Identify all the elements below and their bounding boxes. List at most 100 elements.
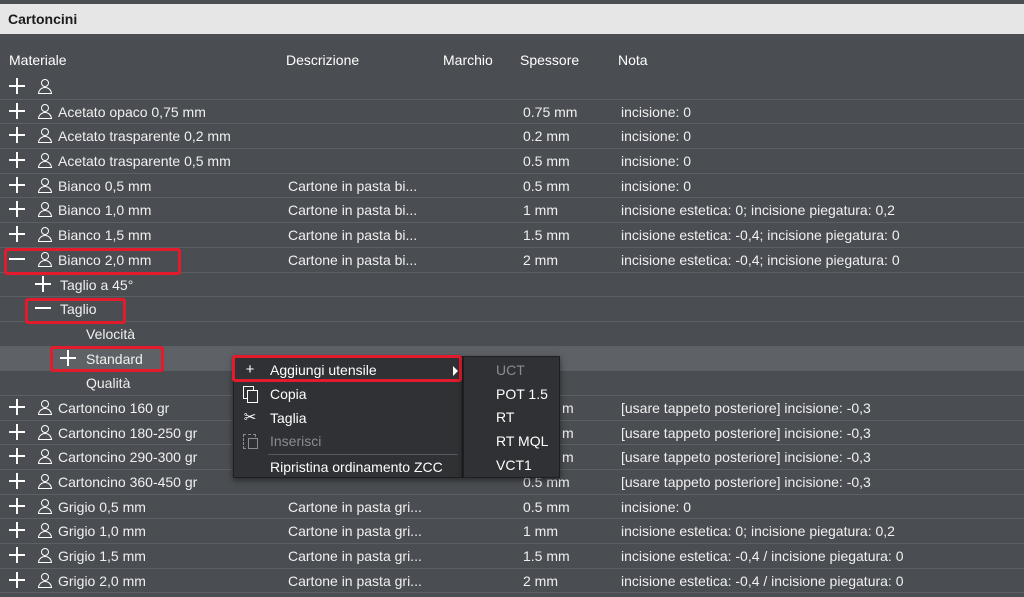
row-name: Cartoncino 180-250 gr <box>58 424 198 441</box>
submenu-item[interactable]: VCT1 <box>496 457 532 473</box>
tree-child-row[interactable]: Taglio a 45° <box>0 273 1024 298</box>
row-name: Taglio <box>60 301 97 318</box>
row-desc: Cartone in pasta gri... <box>288 572 422 589</box>
row-thickness: 0.5 mm <box>523 153 570 170</box>
user-icon <box>37 522 53 539</box>
table-row[interactable]: Acetato trasparente 0,2 mm 0.2 mm incisi… <box>0 124 1024 150</box>
row-name: Cartoncino 160 gr <box>58 399 170 416</box>
table-row[interactable]: Grigio 1,5 mm Cartone in pasta gri... 1.… <box>0 544 1024 569</box>
table-row-expanded[interactable]: Bianco 2,0 mm Cartone in pasta bi... 2 m… <box>0 248 1024 273</box>
col-spessore[interactable]: Spessore <box>520 52 579 68</box>
row-thickness: 2 mm <box>523 572 558 589</box>
row-name: Grigio 2,0 mm <box>58 572 146 589</box>
user-icon <box>37 498 53 515</box>
table-row[interactable]: Bianco 0,5 mm Cartone in pasta bi... 0.5… <box>0 174 1024 199</box>
tool-submenu: UCT POT 1.5 RT RT MQL VCT1 <box>463 356 560 478</box>
row-thickness: 1.5 mm <box>523 548 570 565</box>
row-name: Velocità <box>86 325 136 342</box>
expand-icon[interactable] <box>8 521 26 539</box>
menu-item-add-tool[interactable]: + Aggiungi utensile <box>234 359 462 382</box>
row-note: incisione: 0 <box>621 128 692 145</box>
expand-icon[interactable] <box>8 447 26 465</box>
expand-icon[interactable] <box>8 398 26 416</box>
expand-icon[interactable] <box>59 349 77 367</box>
row-note: incisione: 0 <box>621 153 692 170</box>
table-row[interactable]: Acetato opaco 0,75 mm 0.75 mm incisione:… <box>0 100 1024 125</box>
row-desc: Cartone in pasta bi... <box>288 177 418 194</box>
user-icon <box>37 127 53 144</box>
user-icon <box>37 448 53 465</box>
collapse-icon[interactable] <box>34 299 52 317</box>
table-row[interactable]: Grigio 0,5 mm Cartone in pasta gri... 0.… <box>0 495 1024 520</box>
expand-icon[interactable] <box>8 126 26 144</box>
row-name: Bianco 0,5 mm <box>58 177 152 194</box>
expand-icon[interactable] <box>8 225 26 243</box>
scissors-icon: ✂ <box>243 409 257 426</box>
collapse-icon[interactable] <box>8 250 26 268</box>
user-icon <box>37 103 53 120</box>
row-note: incisione: 0 <box>621 498 692 515</box>
row-note: incisione: 0 <box>621 103 692 120</box>
expand-icon[interactable] <box>8 423 26 441</box>
expand-icon[interactable] <box>8 571 26 589</box>
tree-grandchild-row[interactable]: Velocità <box>0 322 1024 347</box>
row-desc: Cartone in pasta gri... <box>288 523 422 540</box>
menu-item-paste: Inserisci <box>234 430 462 453</box>
row-thickness: 0.5 mm <box>523 498 570 515</box>
menu-item-copy[interactable]: Copia <box>234 383 462 406</box>
app-window: Cartoncini Materiale Descrizione Marchio… <box>0 0 1024 597</box>
user-icon <box>37 152 53 169</box>
row-desc: Cartone in pasta bi... <box>288 251 418 268</box>
table-row[interactable] <box>0 75 1024 100</box>
table-header: Materiale Descrizione Marchio Spessore N… <box>0 45 1024 75</box>
tree-child-row-expanded[interactable]: Taglio <box>0 297 1024 322</box>
col-nota[interactable]: Nota <box>618 52 648 68</box>
row-note: [usare tappeto posteriore] incisione: -0… <box>621 399 871 416</box>
col-materiale[interactable]: Materiale <box>9 52 67 68</box>
paste-icon <box>242 433 258 449</box>
submenu-item[interactable]: UCT <box>496 362 525 378</box>
row-note: incisione estetica: 0; incisione piegatu… <box>621 523 895 540</box>
expand-icon[interactable] <box>8 200 26 218</box>
row-name: Taglio a 45° <box>60 276 134 293</box>
row-thickness: 1.5 mm <box>523 227 570 244</box>
row-name: Bianco 1,5 mm <box>58 227 152 244</box>
menu-item-cut[interactable]: ✂ Taglia <box>234 407 462 430</box>
table-row[interactable]: Grigio 2,0 mm Cartone in pasta gri... 2 … <box>0 569 1024 594</box>
submenu-item[interactable]: RT <box>496 409 514 425</box>
row-note: [usare tappeto posteriore] incisione: -0… <box>621 474 871 490</box>
expand-icon[interactable] <box>8 546 26 564</box>
expand-icon[interactable] <box>8 176 26 194</box>
table-row[interactable]: Acetato trasparente 0,5 mm 0.5 mm incisi… <box>0 149 1024 174</box>
user-icon <box>37 78 53 95</box>
row-name: Bianco 2,0 mm <box>58 251 152 268</box>
expand-icon[interactable] <box>8 497 26 515</box>
row-name: Qualità <box>86 375 131 392</box>
row-desc: Cartone in pasta bi... <box>288 227 418 244</box>
expand-icon[interactable] <box>34 275 52 293</box>
expand-icon[interactable] <box>8 151 26 169</box>
copy-icon <box>242 386 258 403</box>
user-icon <box>37 177 53 194</box>
col-marchio[interactable]: Marchio <box>443 52 493 68</box>
col-descrizione[interactable]: Descrizione <box>286 52 359 68</box>
window-title: Cartoncini <box>0 4 1024 34</box>
row-note: incisione estetica: -0,4; incisione pieg… <box>621 251 900 268</box>
table-row[interactable]: Bianco 1,0 mm Cartone in pasta bi... 1 m… <box>0 198 1024 224</box>
submenu-item[interactable]: RT MQL <box>496 433 548 449</box>
user-icon <box>37 226 53 243</box>
expand-icon[interactable] <box>8 102 26 120</box>
menu-item-reset-order[interactable]: Ripristina ordinamento ZCC <box>234 456 462 479</box>
user-icon <box>37 251 53 268</box>
table-row[interactable]: Grigio 1,0 mm Cartone in pasta gri... 1 … <box>0 519 1024 545</box>
expand-icon[interactable] <box>8 77 26 95</box>
user-icon <box>37 572 53 589</box>
row-name: Grigio 1,0 mm <box>58 523 146 540</box>
expand-icon[interactable] <box>8 472 26 490</box>
row-name: Cartoncino 290-300 gr <box>58 449 198 466</box>
table-row[interactable]: Bianco 1,5 mm Cartone in pasta bi... 1.5… <box>0 223 1024 248</box>
submenu-item[interactable]: POT 1.5 <box>496 386 548 402</box>
row-desc: Cartone in pasta gri... <box>288 498 422 515</box>
row-thickness: 0.5 mm <box>523 177 570 194</box>
row-name: Cartoncino 360-450 gr <box>58 474 198 490</box>
